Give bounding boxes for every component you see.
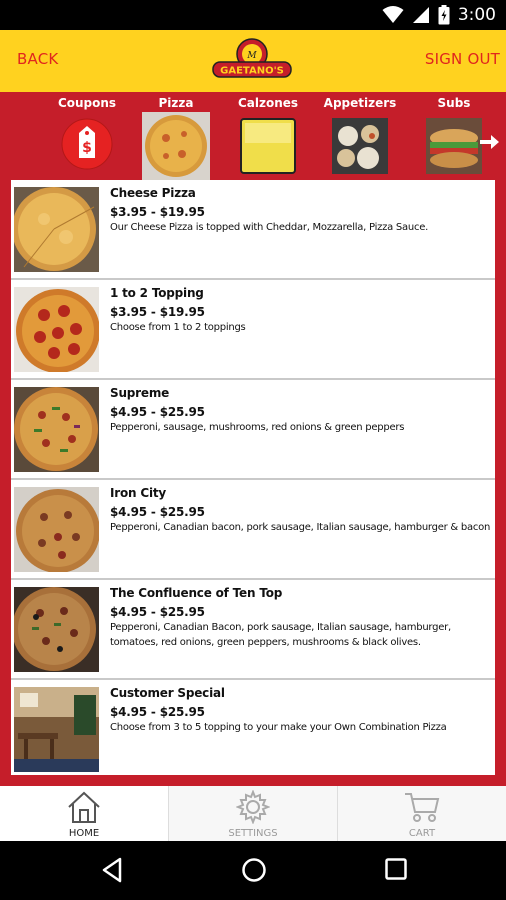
bottom-tab-bar: HOME SETTINGS CART	[0, 786, 506, 841]
gaetanos-logo: M GAETANO'S	[212, 38, 292, 78]
wifi-icon	[382, 6, 404, 23]
back-button[interactable]: BACK	[17, 50, 58, 68]
menu-item-price: $3.95 - $19.95	[110, 305, 205, 319]
app-header: BACK M GAETANO'S SIGN OUT	[0, 30, 506, 92]
status-time: 3:00	[457, 5, 496, 25]
svg-text:$: $	[82, 140, 92, 156]
category-appetizers[interactable]: Appetizers	[315, 92, 405, 180]
calzone-thumbnail	[240, 118, 296, 174]
restaurant-interior-image	[14, 687, 99, 772]
category-calzones[interactable]: Calzones	[223, 92, 313, 180]
menu-item-name: Supreme	[110, 386, 170, 400]
back-triangle-icon[interactable]	[100, 857, 124, 883]
menu-item-description: Pepperoni, Canadian bacon, pork sausage,…	[110, 522, 491, 533]
battery-icon	[438, 5, 450, 25]
menu-item-description: Pepperoni, Canadian Bacon, pork sausage,…	[110, 622, 451, 648]
ten-top-pizza-image	[14, 587, 99, 672]
category-label: Pizza	[158, 96, 194, 110]
status-bar: 3:00	[0, 0, 506, 30]
tab-home[interactable]: HOME	[0, 786, 169, 841]
menu-item-description: Our Cheese Pizza is topped with Cheddar,…	[110, 222, 429, 233]
home-icon	[68, 791, 100, 823]
tab-settings[interactable]: SETTINGS	[169, 786, 338, 841]
menu-item-name: Customer Special	[110, 686, 225, 700]
iron-city-pizza-image	[14, 487, 99, 572]
menu-item-price: $4.95 - $25.95	[110, 705, 205, 719]
menu-item[interactable]: Supreme $4.95 - $25.95 Pepperoni, sausag…	[11, 380, 495, 480]
menu-item-price: $4.95 - $25.95	[110, 505, 205, 519]
menu-item-description: Choose from 3 to 5 topping to your make …	[110, 722, 447, 733]
pepperoni-pizza-image	[14, 287, 99, 372]
menu-item-name: The Confluence of Ten Top	[110, 586, 283, 600]
menu-item[interactable]: 1 to 2 Topping $3.95 - $19.95 Choose fro…	[11, 280, 495, 380]
cheese-pizza-image	[14, 187, 99, 272]
scroll-right-arrow-icon[interactable]	[480, 134, 500, 150]
menu-item-price: $4.95 - $25.95	[110, 605, 205, 619]
menu-item[interactable]: The Confluence of Ten Top $4.95 - $25.95…	[11, 580, 495, 680]
category-label: Coupons	[57, 96, 117, 110]
signal-icon	[412, 7, 429, 23]
menu-item-description: Choose from 1 to 2 toppings	[110, 322, 246, 333]
sign-out-button[interactable]: SIGN OUT	[425, 50, 500, 68]
menu-item-price: $3.95 - $19.95	[110, 205, 205, 219]
coupon-tag-icon: $	[61, 118, 113, 170]
home-circle-icon[interactable]	[241, 857, 267, 883]
android-nav-bar	[0, 841, 506, 900]
supreme-pizza-image	[14, 387, 99, 472]
tab-cart[interactable]: CART	[338, 786, 506, 841]
tab-label: CART	[408, 828, 436, 839]
pizza-thumbnail	[142, 112, 210, 180]
menu-item[interactable]: Iron City $4.95 - $25.95 Pepperoni, Cana…	[11, 480, 495, 580]
menu-item-price: $4.95 - $25.95	[110, 405, 205, 419]
category-label: Calzones	[237, 96, 299, 110]
gear-icon	[236, 790, 270, 824]
tab-label: HOME	[68, 828, 100, 839]
svg-text:M: M	[246, 51, 257, 61]
subs-thumbnail	[426, 118, 482, 174]
menu-item[interactable]: Cheese Pizza $3.95 - $19.95 Our Cheese P…	[11, 180, 495, 280]
menu-item-name: Cheese Pizza	[110, 186, 196, 200]
menu-item-description: Pepperoni, sausage, mushrooms, red onion…	[110, 422, 405, 433]
menu-item-name: Iron City	[110, 486, 167, 500]
category-coupons[interactable]: Coupons $	[42, 92, 132, 180]
category-bar: Coupons $ Pizza Calzones Appetizers Subs	[0, 92, 506, 180]
recents-square-icon[interactable]	[384, 857, 408, 881]
svg-text:GAETANO'S: GAETANO'S	[220, 66, 284, 77]
menu-item-name: 1 to 2 Topping	[110, 286, 204, 300]
tab-label: SETTINGS	[228, 828, 278, 839]
category-pizza[interactable]: Pizza	[131, 92, 221, 180]
menu-list[interactable]: Cheese Pizza $3.95 - $19.95 Our Cheese P…	[11, 180, 495, 775]
appetizers-thumbnail	[332, 118, 388, 174]
category-label: Subs	[437, 96, 471, 110]
menu-list-container: Cheese Pizza $3.95 - $19.95 Our Cheese P…	[0, 180, 506, 786]
category-label: Appetizers	[323, 96, 397, 110]
cart-icon	[405, 793, 440, 822]
menu-item[interactable]: Customer Special $4.95 - $25.95 Choose f…	[11, 680, 495, 775]
